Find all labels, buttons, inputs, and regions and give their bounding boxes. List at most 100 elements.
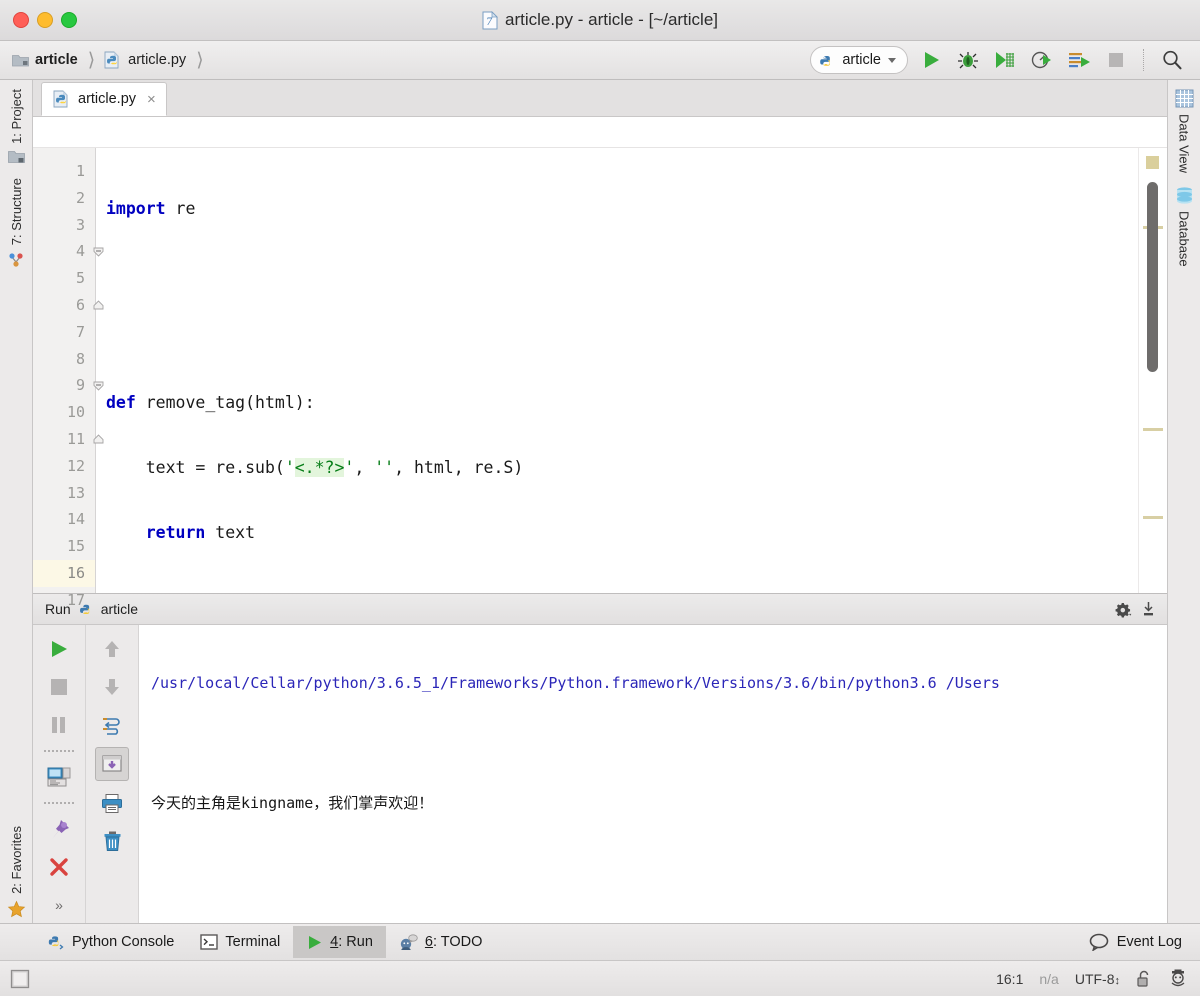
run-with-console-button[interactable] (1065, 46, 1093, 74)
breadcrumb-separator-icon: ⟩ (196, 49, 204, 71)
bottom-tab-terminal[interactable]: Terminal (187, 926, 293, 958)
run-with-coverage-button[interactable] (991, 46, 1019, 74)
unlocked-icon[interactable] (1136, 970, 1152, 988)
hector-inspector-icon[interactable] (1168, 969, 1188, 989)
regex-literal: <.*?> (294, 458, 345, 478)
profile-button[interactable] (1028, 46, 1056, 74)
warning-marker[interactable] (1143, 516, 1163, 519)
editor-tab-label: article.py (78, 91, 137, 107)
star-icon (7, 900, 26, 919)
line-number: 3 (75, 215, 85, 234)
editor-tab-article-py[interactable]: article.py × (41, 82, 167, 116)
balloon-icon (1089, 933, 1110, 951)
cursor-position[interactable]: 16:1 (996, 971, 1023, 987)
run-tool-window: Run article » /usr/local/Cellar/python/3… (33, 593, 1167, 923)
clear-all-button[interactable] (96, 825, 128, 857)
line-number: 6 (33, 292, 104, 319)
rerun-button[interactable] (43, 633, 75, 665)
line-separator-indicator[interactable]: n/a (1039, 971, 1058, 987)
terminal-icon (200, 934, 219, 950)
maximize-window-button[interactable] (61, 12, 77, 28)
left-tool-stripe: 1: Project 7: Structure 2: Favorites (0, 80, 33, 923)
code-segment: text = re.sub( (106, 458, 285, 478)
python-file-icon: 7 (482, 10, 498, 30)
bottom-tab-run[interactable]: 4: Run (293, 926, 386, 958)
code-line: text = re.sub('<.*?>', '', html, re.S) (96, 455, 1138, 482)
run-actions-column-2 (86, 625, 139, 923)
line-number: 15 (66, 537, 85, 556)
status-bar: 16:1 n/a UTF-8↕ (0, 960, 1200, 996)
code-text[interactable]: import re def remove_tag(html): text = r… (96, 148, 1138, 593)
run-configuration-selector[interactable]: article (810, 46, 908, 74)
main-body: 1: Project 7: Structure 2: Favorites art… (0, 80, 1200, 923)
svg-text:7: 7 (486, 17, 493, 28)
breadcrumb-item-article[interactable]: article (12, 52, 78, 68)
code-editor[interactable]: 1 2 3 4 5 6 7 8 9 10 11 12 13 14 15 16 1… (33, 148, 1167, 609)
console-button[interactable] (43, 761, 75, 793)
line-number: 4 (33, 238, 104, 265)
run-green-arrow-icon (306, 934, 323, 951)
minimize-window-button[interactable] (37, 12, 53, 28)
breadcrumb-item-file[interactable]: article.py (104, 51, 186, 69)
sidebar-item-label: 7: Structure (8, 177, 24, 246)
console-line: 今天的主角是kingname，我们掌声欢迎！ (151, 794, 434, 812)
sidebar-item-project[interactable]: 1: Project (0, 80, 32, 169)
close-button[interactable] (43, 851, 75, 883)
run-configuration-label: article (842, 52, 881, 68)
inspection-status-marker[interactable] (1146, 156, 1159, 169)
stop-button[interactable] (1102, 46, 1130, 74)
function-signature: remove_tag(html): (135, 393, 315, 413)
sidebar-item-data-view[interactable]: Data View (1175, 80, 1194, 177)
line-number: 8 (75, 349, 85, 368)
scroll-to-end-button[interactable] (95, 747, 129, 781)
run-actions-column-1: » (33, 625, 86, 923)
down-stack-trace-button[interactable] (96, 671, 128, 703)
pin-tab-button[interactable] (43, 813, 75, 845)
editor-scrollbar-and-markers[interactable] (1138, 148, 1167, 593)
sidebar-item-label: Data View (1176, 114, 1192, 174)
code-line: return text (96, 520, 1138, 547)
line-number: 1 (75, 162, 85, 180)
structure-icon (7, 251, 25, 269)
event-log-label: Event Log (1116, 934, 1182, 950)
bottom-tab-python-console[interactable]: Python Console (34, 926, 187, 958)
code-segment: text (205, 522, 256, 542)
run-console-output[interactable]: /usr/local/Cellar/python/3.6.5_1/Framewo… (139, 625, 1167, 923)
python-icon (818, 52, 835, 69)
run-button[interactable] (917, 46, 945, 74)
pycharm-window: 7 article.py - article - [~/article] art… (0, 0, 1200, 996)
bottom-tab-todo[interactable]: 6: TODO (386, 926, 496, 958)
toggle-toolwindows-icon[interactable] (10, 969, 30, 989)
string-quote: ' (284, 458, 295, 478)
bottom-tab-label: Python Console (72, 934, 175, 950)
encoding-indicator[interactable]: UTF-8↕ (1075, 971, 1120, 987)
bottom-tab-label: Terminal (225, 934, 281, 950)
grid-icon (1175, 89, 1194, 108)
hide-panel-button[interactable] (1140, 601, 1157, 618)
sidebar-item-favorites[interactable]: 2: Favorites (0, 817, 32, 923)
more-actions-button[interactable]: » (43, 889, 75, 921)
python-file-icon (53, 90, 71, 108)
stop-button[interactable] (43, 671, 75, 703)
editor-vertical-scrollbar[interactable] (1147, 182, 1158, 372)
pause-output-button[interactable] (43, 709, 75, 741)
close-window-button[interactable] (13, 12, 29, 28)
close-icon[interactable]: × (147, 91, 156, 108)
code-line: import re (96, 196, 1138, 223)
event-log-button[interactable]: Event Log (1076, 926, 1200, 958)
line-number: 11 (33, 426, 104, 453)
database-icon (1175, 186, 1194, 205)
up-stack-trace-button[interactable] (96, 633, 128, 665)
window-title-group: 7 article.py - article - [~/article] (0, 10, 1200, 30)
sidebar-item-structure[interactable]: 7: Structure (0, 169, 32, 273)
settings-gear-button[interactable] (1114, 600, 1133, 619)
warning-marker[interactable] (1143, 428, 1163, 431)
breadcrumb-label: article (35, 52, 78, 68)
chevron-down-icon (888, 57, 896, 63)
debug-button[interactable] (954, 46, 982, 74)
print-button[interactable] (96, 787, 128, 819)
soft-wrap-button[interactable] (96, 709, 128, 741)
search-icon[interactable] (1158, 46, 1186, 74)
sidebar-item-database[interactable]: Database (1175, 177, 1194, 271)
